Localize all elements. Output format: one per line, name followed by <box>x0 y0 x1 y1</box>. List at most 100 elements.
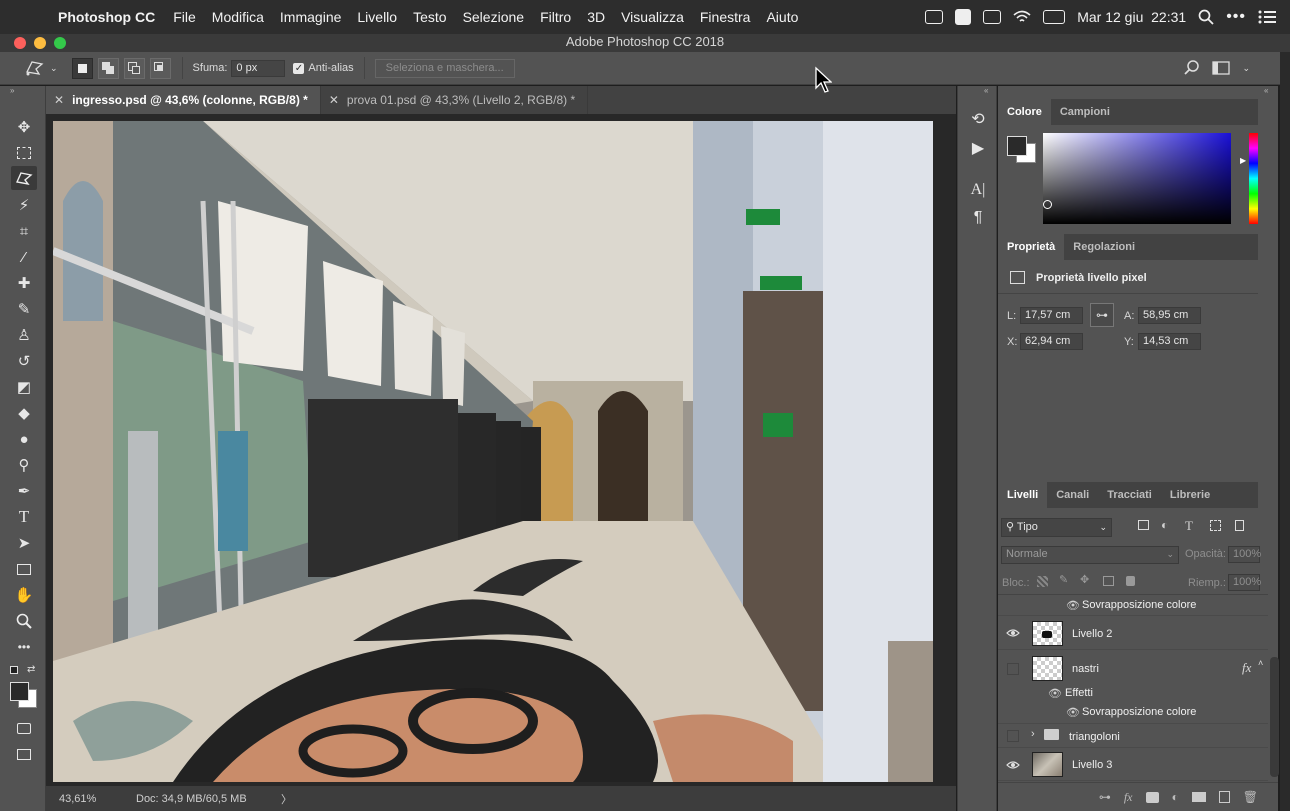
layer-filter-select[interactable]: ⚲ Tipo ⌄ <box>1001 518 1112 537</box>
crop-tool-icon[interactable]: ⌗ <box>11 219 37 243</box>
x-input[interactable]: 62,94 cm <box>1020 333 1083 350</box>
wifi-icon[interactable] <box>1013 10 1031 24</box>
tab-canali[interactable]: Canali <box>1047 482 1098 508</box>
menu-aiuto[interactable]: Aiuto <box>758 9 806 25</box>
menu-3d[interactable]: 3D <box>579 9 613 25</box>
notification-center-icon[interactable] <box>1258 10 1276 24</box>
healing-brush-tool-icon[interactable]: ✚ <box>11 271 37 295</box>
layer-name[interactable]: nastri <box>1072 663 1099 675</box>
visibility-eye-icon[interactable] <box>1006 760 1020 770</box>
character-panel-icon[interactable]: A| <box>967 179 989 201</box>
tab-tracciati[interactable]: Tracciati <box>1098 482 1161 508</box>
add-mask-icon[interactable] <box>1145 791 1159 803</box>
pen-tool-icon[interactable]: ✒ <box>11 479 37 503</box>
layer-group-triangoloni[interactable]: › triangoloni <box>998 725 1268 748</box>
color-picker-cursor[interactable] <box>1043 200 1052 209</box>
battery-icon[interactable] <box>1043 10 1066 24</box>
close-tab-icon[interactable]: ✕ <box>329 93 339 107</box>
add-to-selection-button[interactable] <box>97 57 119 79</box>
feather-input[interactable]: 0 px <box>231 59 286 77</box>
tool-preset-chevron-icon[interactable]: ⌄ <box>50 63 58 74</box>
visibility-toggle[interactable] <box>1007 663 1019 675</box>
default-colors-icon[interactable] <box>10 666 18 674</box>
tab-colore[interactable]: Colore <box>998 99 1051 125</box>
foreground-color-swatch[interactable] <box>10 682 29 701</box>
collapse-toolbar-icon[interactable]: » <box>10 86 14 95</box>
camera-status-icon[interactable] <box>925 10 944 24</box>
workspace-chevron-icon[interactable]: ⌄ <box>1242 63 1250 74</box>
opacity-input[interactable]: 100% <box>1228 546 1261 563</box>
download-status-icon[interactable] <box>955 9 972 25</box>
close-tab-icon[interactable]: ✕ <box>54 93 64 107</box>
menu-app-name[interactable]: Photoshop CC <box>46 9 165 25</box>
intersect-selection-button[interactable] <box>149 57 171 79</box>
tab-regolazioni[interactable]: Regolazioni <box>1064 234 1144 260</box>
menu-datetime[interactable]: Mar 12 giu 22:31 <box>1077 9 1186 25</box>
color-field[interactable] <box>1043 133 1231 224</box>
lock-artboard-icon[interactable] <box>1103 576 1114 586</box>
drive-status-icon[interactable] <box>983 10 1002 24</box>
menu-selezione[interactable]: Selezione <box>455 9 533 25</box>
tab-librerie[interactable]: Librerie <box>1161 482 1219 508</box>
quick-selection-tool-icon[interactable]: ⚡ <box>11 193 37 217</box>
collapse-panels-icon[interactable]: « <box>1264 86 1268 95</box>
link-dimensions-icon[interactable]: ⊶ <box>1090 303 1114 327</box>
filter-type-icon[interactable]: T <box>1185 518 1193 534</box>
menu-immagine[interactable]: Immagine <box>272 9 349 25</box>
filter-pixel-icon[interactable] <box>1138 520 1149 530</box>
layer-name[interactable]: Livello 2 <box>1072 628 1112 640</box>
edit-toolbar-icon[interactable]: ••• <box>11 635 37 659</box>
hand-tool-icon[interactable]: ✋ <box>11 583 37 607</box>
foreground-color-swatch[interactable] <box>1007 136 1027 156</box>
lock-all-icon[interactable] <box>1126 576 1135 586</box>
visibility-eye-icon[interactable] <box>1006 628 1020 638</box>
filter-shape-icon[interactable] <box>1210 520 1221 531</box>
link-layers-icon[interactable]: ⊶ <box>1099 790 1111 804</box>
history-panel-icon[interactable]: ⟲ <box>967 109 989 131</box>
tab-ingresso[interactable]: ✕ ingresso.psd @ 43,6% (colonne, RGB/8) * <box>46 86 321 114</box>
canvas-area[interactable] <box>46 114 956 786</box>
delete-layer-icon[interactable]: 🗑 <box>1243 790 1258 804</box>
move-tool-icon[interactable]: ✥ <box>11 115 37 139</box>
new-selection-button[interactable] <box>71 57 93 79</box>
effect-visibility-eye-icon[interactable]: 👁 <box>1066 706 1080 719</box>
layer-name[interactable]: Livello 3 <box>1072 759 1112 771</box>
polygonal-lasso-tool-icon[interactable] <box>24 58 46 78</box>
spotlight-search-icon[interactable] <box>1198 9 1214 25</box>
more-dots-icon[interactable]: ••• <box>1226 8 1246 26</box>
paragraph-panel-icon[interactable]: ¶ <box>967 207 989 229</box>
blend-mode-select[interactable]: Normale ⌄ <box>1001 546 1179 564</box>
lock-image-pixels-icon[interactable]: ✎ <box>1059 573 1068 586</box>
tab-proprieta[interactable]: Proprietà <box>998 234 1065 260</box>
new-adjustment-layer-icon[interactable]: ◐ <box>1172 790 1179 804</box>
menu-visualizza[interactable]: Visualizza <box>613 9 692 25</box>
subtract-from-selection-button[interactable] <box>123 57 145 79</box>
menu-finestra[interactable]: Finestra <box>692 9 759 25</box>
hue-slider-pointer-icon[interactable]: ▶ <box>1240 156 1246 165</box>
paint-bucket-tool-icon[interactable]: ◆ <box>11 401 37 425</box>
effect-visibility-eye-icon[interactable]: 👁 <box>1066 599 1080 612</box>
tab-campioni[interactable]: Campioni <box>1051 99 1119 125</box>
document-image[interactable] <box>53 121 933 782</box>
menu-file[interactable]: File <box>165 9 204 25</box>
filter-smart-object-icon[interactable] <box>1235 520 1244 531</box>
y-input[interactable]: 14,53 cm <box>1138 333 1201 350</box>
collapse-effects-icon[interactable]: ˄ <box>1258 658 1263 668</box>
screen-mode-icon[interactable] <box>11 742 37 766</box>
lock-transparent-pixels-icon[interactable] <box>1037 576 1048 587</box>
fill-input[interactable]: 100% <box>1228 574 1261 591</box>
swap-colors-icon[interactable]: ⇄ <box>27 664 35 675</box>
effect-row[interactable]: 👁 Sovrapposizione colore <box>998 703 1268 724</box>
zoom-tool-icon[interactable] <box>11 609 37 633</box>
layer-row-livello-3[interactable]: Livello 3 <box>998 749 1268 781</box>
brush-tool-icon[interactable]: ✎ <box>11 297 37 321</box>
type-tool-icon[interactable]: T <box>11 505 37 529</box>
layer-row-livello-2[interactable]: Livello 2 <box>998 617 1268 650</box>
new-layer-icon[interactable] <box>1218 791 1230 803</box>
dodge-tool-icon[interactable]: ⚲ <box>11 453 37 477</box>
hue-slider[interactable] <box>1249 133 1258 224</box>
add-layer-style-icon[interactable]: fx <box>1124 790 1133 805</box>
filter-adjustment-icon[interactable]: ◐ <box>1161 518 1168 532</box>
menu-modifica[interactable]: Modifica <box>204 9 272 25</box>
lasso-tool-icon[interactable] <box>11 166 37 190</box>
